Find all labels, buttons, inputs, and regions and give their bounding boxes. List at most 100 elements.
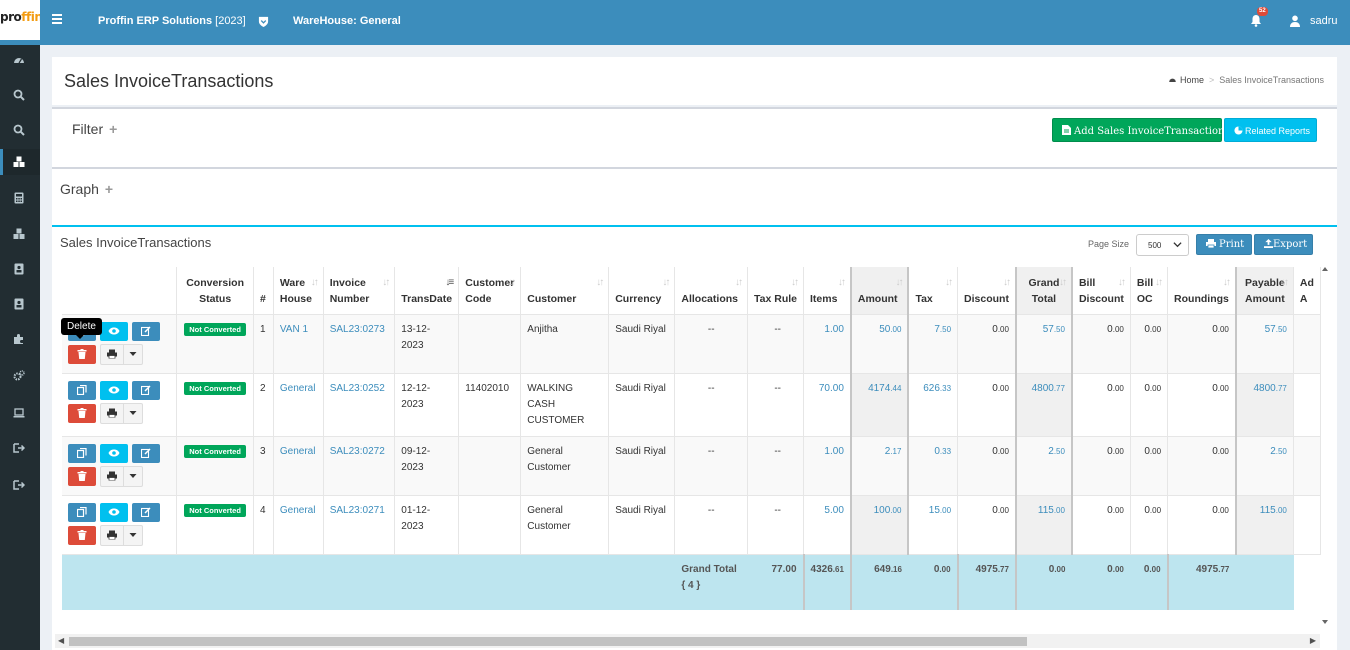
print-options-dropdown[interactable] xyxy=(124,465,143,487)
col-tax[interactable]: Tax ↓↑ xyxy=(907,267,959,315)
sort-icon[interactable]: ↓↑ xyxy=(1155,275,1163,291)
graph-header[interactable]: Graph + xyxy=(60,181,113,197)
edit-button[interactable] xyxy=(132,380,160,400)
print-row-button[interactable] xyxy=(100,402,124,424)
table-row[interactable]: Not Converted 1 VAN 1 SAL23:0273 13-12-2023 A… xyxy=(62,314,1321,374)
cell-payable-amount[interactable]: 115.00 xyxy=(1234,495,1294,555)
delete-button[interactable] xyxy=(68,403,96,423)
cell-tax[interactable]: 7.50 xyxy=(907,314,959,374)
table-scroll-area[interactable]: Conversion Status # Ware House ↓↑ Invoice… xyxy=(62,267,1321,610)
sort-desc-icon[interactable]: ↓≡ xyxy=(445,275,454,291)
add-sales-invoice-button[interactable]: Add Sales InvoiceTransactions xyxy=(1052,118,1230,142)
sidebar-item-accounts[interactable] xyxy=(0,185,40,211)
breadcrumb-home[interactable]: Home xyxy=(1180,75,1204,85)
cell-invoice-number[interactable]: SAL23:0271 xyxy=(323,495,396,555)
scroll-left-icon[interactable]: ◀ xyxy=(58,636,64,645)
sort-icon[interactable]: ↓↑ xyxy=(1003,275,1011,291)
col-roundings[interactable]: Roundings ↓↑ xyxy=(1167,267,1237,315)
expand-graph-icon[interactable]: + xyxy=(105,181,113,197)
sort-icon[interactable]: ↓↑ xyxy=(895,275,903,291)
sort-icon[interactable]: ↓↑ xyxy=(1118,275,1126,291)
col-grand-total[interactable]: Grand Total ↓↑ xyxy=(1014,267,1073,315)
sidebar-item-sales[interactable] xyxy=(0,149,40,175)
delete-button[interactable] xyxy=(68,466,96,486)
sort-icon[interactable]: ↓↑ xyxy=(1059,275,1067,291)
copy-button[interactable] xyxy=(68,380,96,400)
scrollbar-thumb[interactable] xyxy=(69,637,1027,646)
col-invoice-number[interactable]: Invoice Number ↓↑ xyxy=(323,267,396,315)
col-tax-rule[interactable]: Tax Rule ↓↑ xyxy=(747,267,805,315)
edit-button[interactable] xyxy=(132,321,160,341)
print-row-button[interactable] xyxy=(100,465,124,487)
proffin-logo[interactable]: proffin xyxy=(0,0,40,40)
cell-invoice-number[interactable]: SAL23:0252 xyxy=(323,373,396,437)
page-size-select[interactable]: 500 xyxy=(1136,234,1189,256)
cell-tax[interactable]: 15.00 xyxy=(907,495,959,555)
sort-icon[interactable]: ↓↑ xyxy=(382,275,390,291)
cell-warehouse[interactable]: VAN 1 xyxy=(273,314,324,374)
sort-icon[interactable]: ↓↑ xyxy=(1281,275,1289,291)
warehouse-label[interactable]: WareHouse: General xyxy=(293,15,401,27)
cell-payable-amount[interactable]: 57.50 xyxy=(1234,314,1294,374)
cell-grand-total[interactable]: 115.00 xyxy=(1014,495,1073,555)
col-currency[interactable]: Currency ↓↑ xyxy=(608,267,676,315)
sidebar-item-customers[interactable] xyxy=(0,256,40,282)
cell-amount[interactable]: 50.00 xyxy=(849,314,909,374)
col-items[interactable]: Items ↓↑ xyxy=(803,267,852,315)
col-bill-oc[interactable]: Bill OC ↓↑ xyxy=(1130,267,1169,315)
sidebar-toggle-icon[interactable] xyxy=(52,14,62,26)
sort-icon[interactable]: ↓↑ xyxy=(838,275,846,291)
col-customer[interactable]: Customer ↓↑ xyxy=(520,267,610,315)
sidebar-item-suppliers[interactable] xyxy=(0,291,40,317)
sidebar-item-inventory[interactable] xyxy=(0,221,40,247)
col-transdate[interactable]: TransDate ↓≡ xyxy=(394,267,460,315)
table-row[interactable]: Not Converted 3 General SAL23:0272 09-12-202… xyxy=(62,436,1321,496)
sort-icon[interactable]: ↓↑ xyxy=(735,275,743,291)
copy-button[interactable] xyxy=(68,502,96,522)
col-warehouse[interactable]: Ware House ↓↑ xyxy=(273,267,324,315)
print-options-dropdown[interactable] xyxy=(124,524,143,546)
col-conversion-status[interactable]: Conversion Status xyxy=(176,267,254,315)
cell-payable-amount[interactable]: 2.50 xyxy=(1234,436,1294,496)
expand-filter-icon[interactable]: + xyxy=(109,121,117,137)
cell-invoice-number[interactable]: SAL23:0272 xyxy=(323,436,396,496)
cell-warehouse[interactable]: General xyxy=(273,373,324,437)
col-amount[interactable]: Amount ↓↑ xyxy=(849,267,909,315)
horizontal-scrollbar[interactable]: ◀ ▶ xyxy=(55,634,1320,648)
sidebar-item-dashboard[interactable] xyxy=(0,47,40,73)
cell-warehouse[interactable]: General xyxy=(273,436,324,496)
cell-invoice-number[interactable]: SAL23:0273 xyxy=(323,314,396,374)
cell-items[interactable]: 70.00 xyxy=(803,373,852,437)
user-name[interactable]: sadru xyxy=(1310,15,1338,27)
cell-tax[interactable]: 0.33 xyxy=(907,436,959,496)
filter-header[interactable]: Filter + xyxy=(72,121,117,137)
col-customer-code[interactable]: Customer Code ↓↑ xyxy=(458,267,522,315)
cell-items[interactable]: 1.00 xyxy=(803,314,852,374)
sort-icon[interactable]: ↓↑ xyxy=(596,275,604,291)
print-options-dropdown[interactable] xyxy=(124,402,143,424)
sort-icon[interactable]: ↓↑ xyxy=(311,275,319,291)
delete-button[interactable] xyxy=(68,344,96,364)
sidebar-item-signout-2[interactable] xyxy=(0,472,40,498)
cell-grand-total[interactable]: 57.50 xyxy=(1014,314,1073,374)
view-button[interactable] xyxy=(100,443,128,463)
edit-button[interactable] xyxy=(132,443,160,463)
cell-amount[interactable]: 100.00 xyxy=(849,495,909,555)
cell-items[interactable]: 5.00 xyxy=(803,495,852,555)
sidebar-item-search[interactable] xyxy=(0,82,40,108)
cell-warehouse[interactable]: General xyxy=(273,495,324,555)
sidebar-item-signout[interactable] xyxy=(0,435,40,461)
view-button[interactable] xyxy=(100,380,128,400)
sort-icon[interactable]: ↓↑ xyxy=(508,275,516,291)
cell-items[interactable]: 1.00 xyxy=(803,436,852,496)
sort-icon[interactable]: ↓↑ xyxy=(791,275,799,291)
cell-amount[interactable]: 4174.44 xyxy=(849,373,909,437)
print-row-button[interactable] xyxy=(100,343,124,365)
view-button[interactable] xyxy=(100,502,128,522)
col-allocations[interactable]: Allocations ↓↑ xyxy=(674,267,749,315)
cell-tax[interactable]: 626.33 xyxy=(907,373,959,437)
col-discount[interactable]: Discount ↓↑ xyxy=(957,267,1017,315)
view-button[interactable] xyxy=(100,321,128,341)
print-row-button[interactable] xyxy=(100,524,124,546)
sort-icon[interactable]: ↓↑ xyxy=(945,275,953,291)
